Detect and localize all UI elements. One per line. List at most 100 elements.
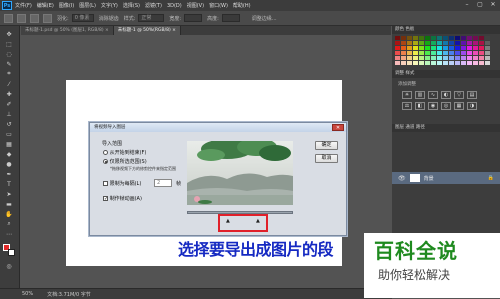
color-swatch[interactable] (473, 61, 478, 65)
refine-edge-button[interactable]: 调整边缘... (252, 15, 277, 22)
color-swatch[interactable] (407, 41, 412, 45)
crop-tool-icon[interactable]: ⌗ (4, 70, 14, 78)
color-swatch[interactable] (395, 36, 400, 40)
frame-animation-checkbox[interactable]: ✓ 制作帧动画(A) (103, 195, 142, 202)
color-swatch[interactable] (467, 51, 472, 55)
color-swatch[interactable] (407, 46, 412, 50)
color-swatch[interactable] (395, 61, 400, 65)
menu-select[interactable]: 选择(S) (123, 2, 140, 9)
color-swatch[interactable] (443, 36, 448, 40)
color-swatch[interactable] (455, 56, 460, 60)
color-swatch[interactable] (449, 41, 454, 45)
color-swatch[interactable] (461, 46, 466, 50)
swatches-panel-tab[interactable]: 颜色 色板 (392, 26, 500, 34)
levels-icon[interactable]: ▥ (415, 91, 425, 99)
color-swatch[interactable] (395, 41, 400, 45)
color-swatch[interactable] (425, 36, 430, 40)
color-swatch[interactable] (407, 36, 412, 40)
minimize-button[interactable]: – (462, 1, 472, 9)
color-swatch[interactable] (431, 51, 436, 55)
color-swatch[interactable] (455, 61, 460, 65)
brightness-icon[interactable]: ☀ (402, 91, 412, 99)
brush-tool-icon[interactable]: ✐ (4, 100, 14, 108)
dodge-tool-icon[interactable]: ● (4, 160, 14, 168)
cancel-button[interactable]: 取消 (315, 154, 338, 163)
color-swatch[interactable] (443, 61, 448, 65)
blur-tool-icon[interactable]: ◆ (4, 150, 14, 158)
limit-frames-input[interactable]: 2 (154, 179, 172, 187)
eraser-icon[interactable]: ▭ (4, 130, 14, 138)
color-swatch[interactable] (437, 61, 442, 65)
color-swatch[interactable] (485, 41, 490, 45)
color-swatch[interactable] (401, 56, 406, 60)
color-swatch[interactable] (443, 46, 448, 50)
new-selection-icon[interactable] (30, 13, 39, 23)
menu-help[interactable]: 帮助(H) (233, 2, 251, 9)
shape-tool-icon[interactable]: ▬ (4, 200, 14, 208)
color-swatch[interactable] (467, 56, 472, 60)
move-tool-icon[interactable]: ✥ (4, 30, 14, 38)
height-input[interactable] (221, 14, 240, 22)
color-swatch[interactable] (407, 51, 412, 55)
lasso-tool-icon[interactable]: ◌ (4, 50, 14, 58)
lookup-icon[interactable]: ▦ (454, 102, 464, 110)
color-swatch[interactable] (455, 41, 460, 45)
color-swatch[interactable] (431, 46, 436, 50)
color-swatch[interactable] (413, 41, 418, 45)
limit-frames-checkbox[interactable]: 限制为每隔(L) (103, 180, 141, 187)
color-swatch[interactable] (467, 61, 472, 65)
tab-document-1[interactable]: 未标题-1.psd @ 50% (图层1, RGB/8) × (21, 26, 114, 35)
color-swatch[interactable] (485, 51, 490, 55)
color-swatch[interactable] (449, 51, 454, 55)
color-swatch[interactable] (479, 56, 484, 60)
marquee-tool-icon[interactable]: ⬚ (4, 40, 14, 48)
color-balance-icon[interactable]: ⚖ (402, 102, 412, 110)
tab-document-2[interactable]: 未标题-1 @ 50%(RGB/8) × (113, 26, 181, 35)
color-swatch[interactable] (407, 56, 412, 60)
color-swatch[interactable] (461, 51, 466, 55)
color-swatch[interactable] (473, 51, 478, 55)
color-swatch[interactable] (443, 41, 448, 45)
close-window-button[interactable]: ✕ (488, 1, 498, 9)
color-swatch[interactable] (479, 41, 484, 45)
vibrance-icon[interactable]: ▽ (454, 91, 464, 99)
hand-tool-icon[interactable]: ✋ (4, 210, 14, 218)
color-swatch[interactable] (431, 36, 436, 40)
ok-button[interactable]: 确定 (315, 141, 338, 150)
color-swatch[interactable] (419, 56, 424, 60)
color-swatch[interactable] (419, 51, 424, 55)
color-swatch[interactable] (437, 41, 442, 45)
color-swatch[interactable] (479, 46, 484, 50)
color-swatch[interactable] (485, 56, 490, 60)
color-swatch[interactable] (455, 46, 460, 50)
color-swatch[interactable] (425, 41, 430, 45)
color-swatch[interactable] (407, 61, 412, 65)
color-swatch[interactable] (419, 41, 424, 45)
color-swatch[interactable] (395, 51, 400, 55)
color-swatch[interactable] (485, 36, 490, 40)
color-swatch[interactable] (461, 56, 466, 60)
color-swatch[interactable] (449, 61, 454, 65)
menu-view[interactable]: 视图(V) (187, 2, 204, 9)
color-swatch[interactable] (395, 56, 400, 60)
menu-image[interactable]: 图像(I) (59, 2, 74, 9)
color-swatch[interactable] (479, 61, 484, 65)
color-swatch[interactable] (431, 56, 436, 60)
color-swatch[interactable] (431, 41, 436, 45)
color-swatch[interactable] (425, 61, 430, 65)
zoom-tool-icon[interactable]: ⌕ (4, 220, 14, 228)
color-swatch[interactable] (467, 36, 472, 40)
color-swatch[interactable] (419, 61, 424, 65)
color-swatch[interactable] (401, 51, 406, 55)
menu-layer[interactable]: 图层(L) (79, 2, 96, 9)
path-select-icon[interactable]: ➤ (4, 190, 14, 198)
background-color-swatch[interactable] (8, 249, 15, 256)
color-swatch[interactable] (425, 46, 430, 50)
option-all-radio[interactable]: 从开始到结束(F) (103, 149, 146, 156)
eyedropper-icon[interactable]: ⁄ (4, 80, 14, 88)
color-swatch[interactable] (413, 61, 418, 65)
home-icon[interactable] (4, 13, 13, 23)
menu-type[interactable]: 文字(Y) (101, 2, 118, 9)
style-select[interactable]: 正常 (138, 14, 165, 22)
color-swatch[interactable] (443, 56, 448, 60)
